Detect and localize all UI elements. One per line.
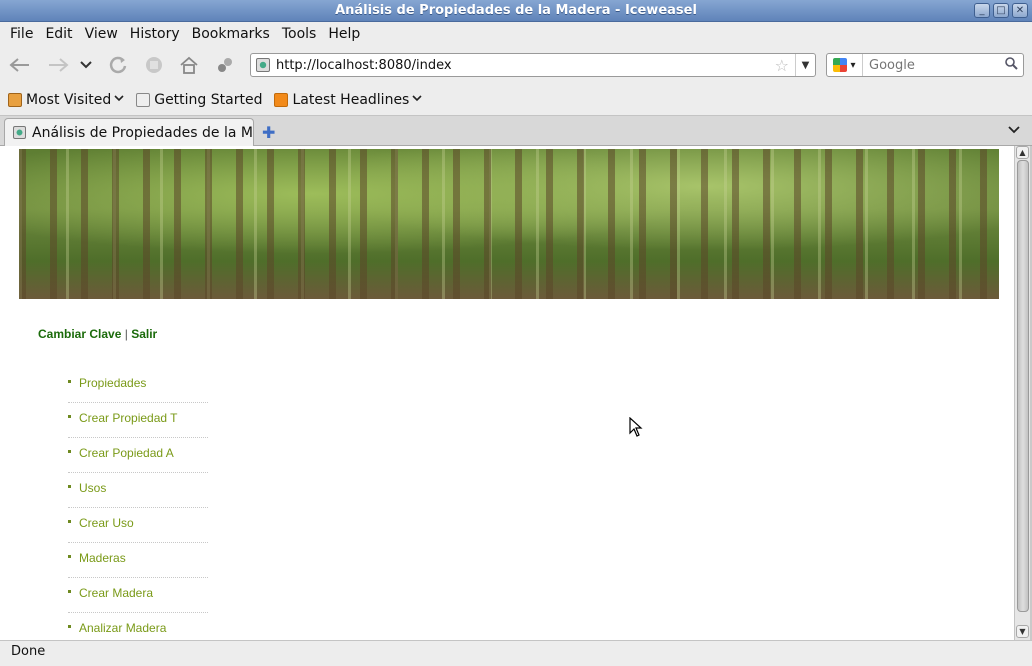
bullet-icon xyxy=(68,555,71,558)
window-title: Análisis de Propiedades de la Madera - I… xyxy=(335,3,697,18)
stop-icon[interactable] xyxy=(142,54,166,76)
menu-link-crear-uso[interactable]: Crear Uso xyxy=(79,516,134,530)
folder-icon xyxy=(8,92,22,107)
bullet-icon xyxy=(68,485,71,488)
url-text[interactable]: http://localhost:8080/index xyxy=(276,58,775,73)
back-icon[interactable] xyxy=(8,54,32,76)
search-bar: ▾ xyxy=(826,53,1024,77)
bookmark-label: Most Visited xyxy=(26,91,112,108)
menu-tools[interactable]: Tools xyxy=(276,26,323,42)
menu-file[interactable]: File xyxy=(4,26,39,42)
tab-favicon-icon xyxy=(13,126,26,139)
menu-bookmarks[interactable]: Bookmarks xyxy=(186,26,276,42)
status-bar: Done xyxy=(0,640,1032,666)
bullet-icon xyxy=(68,590,71,593)
list-item: Propiedades xyxy=(68,368,208,403)
forward-icon[interactable] xyxy=(46,54,70,76)
mouse-cursor-icon xyxy=(629,417,643,437)
tab-active[interactable]: Análisis de Propiedades de la M... xyxy=(4,118,254,146)
menu-link-analizar-madera[interactable]: Analizar Madera xyxy=(79,621,166,635)
forest-banner-image xyxy=(19,149,999,299)
chevron-down-icon xyxy=(412,94,422,105)
bullet-icon xyxy=(68,380,71,383)
nav-separator: | xyxy=(124,327,128,341)
menu-view[interactable]: View xyxy=(79,26,124,42)
scroll-thumb[interactable] xyxy=(1017,160,1029,612)
navigation-toolbar: http://localhost:8080/index ☆ ▼ ▾ xyxy=(0,46,1032,84)
history-dropdown-icon[interactable] xyxy=(76,54,96,76)
menu-bar: File Edit View History Bookmarks Tools H… xyxy=(0,22,1032,46)
bookmarks-toolbar: Most Visited Getting Started Latest Head… xyxy=(0,84,1032,116)
list-item: Analizar Madera xyxy=(68,613,208,640)
menu-history[interactable]: History xyxy=(124,26,186,42)
maximize-button[interactable]: □ xyxy=(993,3,1009,18)
menu-link-crear-popiedad-a[interactable]: Crear Popiedad A xyxy=(79,446,174,460)
reload-icon[interactable] xyxy=(106,54,130,76)
tab-label: Análisis de Propiedades de la M... xyxy=(32,124,254,141)
bookmark-star-icon[interactable]: ☆ xyxy=(775,56,789,75)
side-menu: Propiedades Crear Propiedad T Crear Popi… xyxy=(68,368,208,640)
list-item: Crear Popiedad A xyxy=(68,438,208,473)
vertical-scrollbar[interactable]: ▲ ▼ xyxy=(1014,146,1030,640)
bookmark-label: Latest Headlines xyxy=(292,91,410,108)
menu-link-crear-madera[interactable]: Crear Madera xyxy=(79,586,153,600)
bullet-icon xyxy=(68,415,71,418)
status-text: Done xyxy=(11,644,46,659)
bookmark-label: Getting Started xyxy=(154,91,263,108)
home-icon[interactable] xyxy=(177,54,201,76)
list-item: Crear Uso xyxy=(68,508,208,543)
chevron-down-icon xyxy=(114,94,124,105)
list-item: Crear Propiedad T xyxy=(68,403,208,438)
menu-edit[interactable]: Edit xyxy=(39,26,78,42)
bookmark-most-visited[interactable]: Most Visited xyxy=(8,92,124,108)
user-nav: Cambiar Clave | Salir xyxy=(38,327,157,341)
site-favicon-icon xyxy=(256,58,270,72)
page-icon xyxy=(136,92,151,107)
search-engine-selector[interactable]: ▾ xyxy=(827,54,863,76)
addon-icon[interactable] xyxy=(213,54,237,76)
menu-link-maderas[interactable]: Maderas xyxy=(79,551,126,565)
bookmark-getting-started[interactable]: Getting Started xyxy=(136,92,262,108)
search-icon[interactable] xyxy=(1005,56,1018,74)
bullet-icon xyxy=(68,625,71,628)
url-bar[interactable]: http://localhost:8080/index ☆ ▼ xyxy=(250,53,816,77)
minimize-button[interactable]: _ xyxy=(974,3,990,18)
bullet-icon xyxy=(68,520,71,523)
tab-strip: Análisis de Propiedades de la M... ✚ xyxy=(0,116,1032,146)
url-dropdown-icon[interactable]: ▼ xyxy=(795,54,815,76)
google-logo-icon xyxy=(833,58,848,72)
menu-link-crear-propiedad-t[interactable]: Crear Propiedad T xyxy=(79,411,178,425)
bookmark-latest-headlines[interactable]: Latest Headlines xyxy=(274,92,422,108)
page-viewport: Cambiar Clave | Salir Propiedades Crear … xyxy=(0,146,1014,640)
window-title-bar[interactable]: Análisis de Propiedades de la Madera - I… xyxy=(0,0,1032,22)
scroll-up-icon[interactable]: ▲ xyxy=(1016,146,1029,159)
menu-link-propiedades[interactable]: Propiedades xyxy=(79,376,146,390)
search-input[interactable] xyxy=(863,57,1005,73)
tab-list-chevron-icon[interactable] xyxy=(1008,123,1020,137)
list-item: Maderas xyxy=(68,543,208,578)
logout-link[interactable]: Salir xyxy=(131,327,157,341)
close-button[interactable]: ✕ xyxy=(1012,3,1028,18)
rss-icon xyxy=(274,92,289,107)
new-tab-plus-icon[interactable]: ✚ xyxy=(262,123,275,142)
bullet-icon xyxy=(68,450,71,453)
list-item: Crear Madera xyxy=(68,578,208,613)
change-password-link[interactable]: Cambiar Clave xyxy=(38,327,121,341)
list-item: Usos xyxy=(68,473,208,508)
menu-help[interactable]: Help xyxy=(322,26,366,42)
scroll-down-icon[interactable]: ▼ xyxy=(1016,625,1029,638)
menu-link-usos[interactable]: Usos xyxy=(79,481,106,495)
